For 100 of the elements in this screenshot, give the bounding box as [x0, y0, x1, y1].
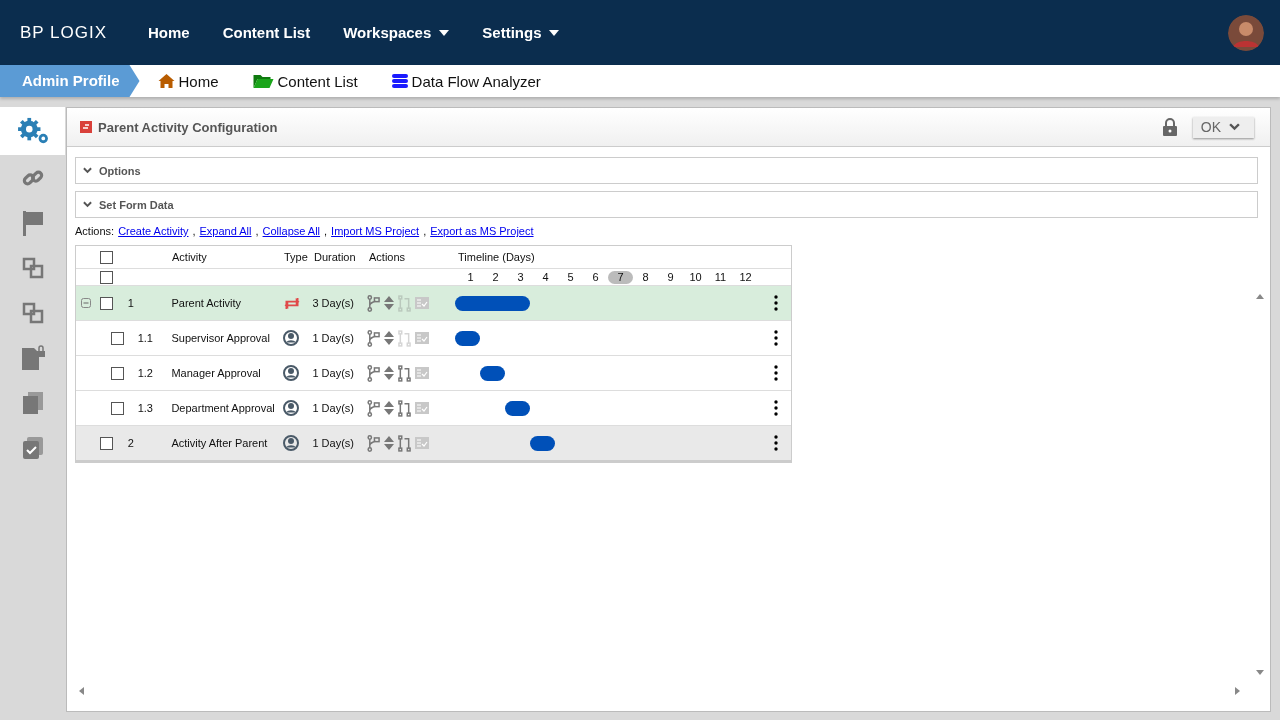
nav-menu-item[interactable]: Home — [148, 24, 190, 41]
timeline-bar-segment[interactable] — [455, 330, 481, 346]
connect-icon[interactable] — [398, 364, 411, 382]
chevron-icon — [83, 201, 92, 208]
day-label: 12 — [738, 270, 753, 284]
more-icon[interactable] — [774, 400, 779, 416]
branch-icon[interactable] — [367, 294, 380, 312]
activity-name: Department Approval — [171, 402, 276, 414]
timeline-bar-segment[interactable] — [455, 295, 481, 311]
breadcrumb-link[interactable]: Data Flow Analyzer — [391, 72, 541, 90]
separator: , — [192, 225, 196, 237]
day-label: 11 — [713, 270, 728, 284]
checklist-icon — [415, 297, 429, 309]
row-checkbox[interactable] — [110, 366, 124, 380]
row-checkbox[interactable] — [100, 270, 113, 284]
nav-menu-item[interactable]: Content List — [222, 24, 311, 41]
timeline-bar-segment[interactable] — [505, 400, 531, 416]
duration: 1 Day(s) — [312, 332, 355, 344]
reorder-icon[interactable] — [384, 331, 394, 345]
nav-menu-item[interactable]: Settings — [482, 24, 560, 41]
database-icon — [391, 73, 408, 89]
form-icon — [80, 121, 92, 133]
separator: , — [324, 225, 328, 237]
row-number: 1.1 — [136, 332, 154, 344]
day-label: 8 — [641, 270, 650, 284]
connect-icon[interactable] — [398, 434, 411, 452]
table-row[interactable]: 2 Activity After Parent 1 Day(s) — [76, 426, 791, 460]
table-row[interactable]: 1 Parent Activity 3 Day(s) — [76, 286, 791, 321]
reorder-icon[interactable] — [384, 366, 394, 380]
copy-icon — [21, 301, 44, 324]
row-checkbox[interactable] — [110, 331, 124, 345]
section-header[interactable]: Options — [75, 157, 1258, 184]
copy-icon — [21, 256, 44, 279]
row-checkbox[interactable] — [99, 296, 113, 310]
actions-label: Actions: — [75, 225, 115, 237]
folder-icon — [252, 73, 274, 89]
day-label: 9 — [666, 270, 675, 284]
ok-button[interactable]: OK — [1192, 116, 1254, 138]
day-label: 3 — [516, 270, 525, 284]
checklist-icon — [415, 367, 429, 379]
more-icon[interactable] — [774, 330, 779, 346]
separator: , — [255, 225, 259, 237]
gears-icon — [15, 117, 50, 145]
scroll-up-arrow-icon[interactable] — [1256, 294, 1264, 299]
breadcrumb-link[interactable]: Content List — [252, 72, 358, 90]
timeline-bar-segment[interactable] — [505, 295, 531, 311]
branch-icon[interactable] — [367, 364, 380, 382]
action-link[interactable]: Expand All — [199, 225, 252, 237]
nav-menu-item[interactable]: Workspaces — [343, 24, 450, 41]
day-label: 7 — [608, 270, 633, 284]
timeline-bar-segment[interactable] — [530, 435, 556, 451]
select-all-checkbox[interactable] — [100, 250, 113, 264]
breadcrumb-link[interactable]: Home — [157, 72, 219, 90]
more-icon[interactable] — [774, 435, 779, 451]
connect-icon[interactable] — [398, 399, 411, 417]
reorder-icon[interactable] — [384, 401, 394, 415]
caret-icon — [549, 29, 560, 36]
table-row[interactable]: 1.1 Supervisor Approval 1 Day(s) — [76, 321, 791, 356]
scroll-left-arrow-icon[interactable] — [79, 687, 84, 695]
timeline-bar-segment[interactable] — [480, 365, 506, 381]
row-number: 2 — [126, 437, 135, 449]
scroll-down-arrow-icon[interactable] — [1256, 670, 1264, 675]
duration: 3 Day(s) — [312, 297, 355, 309]
activity-name: Supervisor Approval — [171, 332, 271, 344]
action-link[interactable]: Create Activity — [118, 225, 189, 237]
home-icon — [157, 73, 175, 89]
activity-name: Parent Activity — [171, 297, 243, 309]
row-checkbox[interactable] — [110, 401, 124, 415]
checklist-icon — [415, 402, 429, 414]
day-label: 6 — [591, 270, 600, 284]
column-header: Actions — [369, 251, 407, 263]
row-checkbox[interactable] — [99, 436, 113, 450]
reorder-icon[interactable] — [384, 436, 394, 450]
more-icon[interactable] — [774, 365, 779, 381]
action-link[interactable]: Collapse All — [262, 225, 321, 237]
more-icon[interactable] — [774, 295, 779, 311]
user-icon — [282, 330, 299, 346]
column-header: Type — [284, 251, 309, 263]
user-icon — [282, 365, 299, 381]
chevron-icon — [83, 167, 92, 174]
checklist-icon — [415, 437, 429, 449]
user-icon — [282, 435, 299, 451]
action-link[interactable]: Export as MS Project — [430, 225, 534, 237]
branch-icon[interactable] — [367, 329, 380, 347]
section-header[interactable]: Set Form Data — [75, 191, 1258, 218]
caret-icon — [439, 29, 450, 36]
scroll-right-arrow-icon[interactable] — [1235, 687, 1240, 695]
sidebar-tab[interactable] — [0, 107, 65, 155]
brand-logo[interactable]: BP LOGIX — [20, 22, 130, 43]
file-lock-icon — [19, 344, 46, 371]
action-link[interactable]: Import MS Project — [331, 225, 420, 237]
day-label: 5 — [566, 270, 575, 284]
documents-icon — [21, 390, 44, 415]
reorder-icon[interactable] — [384, 296, 394, 310]
checklist-icon — [21, 435, 44, 460]
branch-icon[interactable] — [367, 434, 380, 452]
branch-icon[interactable] — [367, 399, 380, 417]
table-row[interactable]: 1.2 Manager Approval 1 Day(s) — [76, 356, 791, 391]
avatar[interactable] — [1228, 14, 1264, 51]
collapse-icon[interactable] — [80, 298, 91, 308]
